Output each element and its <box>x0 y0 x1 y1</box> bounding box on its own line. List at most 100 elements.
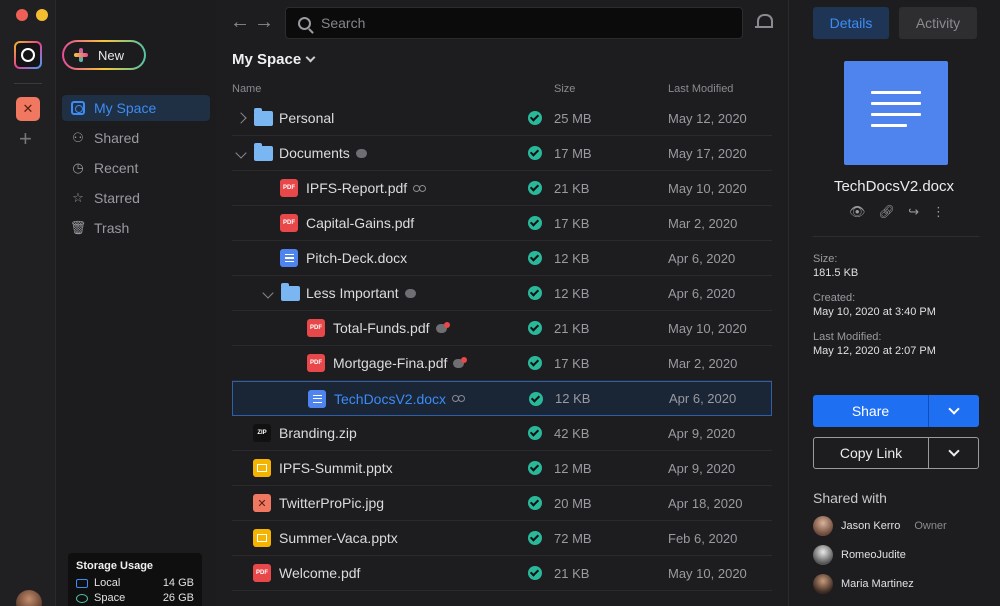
sidebar-item-recent[interactable]: ◷ Recent <box>62 155 210 181</box>
file-row[interactable]: PDF IPFS-Report.pdf 21 KB May 10, 2020 <box>232 171 772 206</box>
space-icon <box>76 593 88 603</box>
column-header-modified[interactable]: Last Modified <box>668 83 733 95</box>
search-input[interactable]: Search <box>285 7 743 39</box>
chevron-right-icon[interactable] <box>235 112 247 124</box>
storage-label: Local <box>94 577 121 589</box>
shared-person[interactable]: Maria Martinez <box>813 573 914 595</box>
file-row[interactable]: Pitch-Deck.docx 12 KB Apr 6, 2020 <box>232 241 772 276</box>
copy-link-dropdown-button[interactable] <box>929 438 978 468</box>
avatar <box>813 545 833 565</box>
app-rail: ✕ + <box>0 0 68 606</box>
add-space-icon[interactable]: + <box>19 128 32 150</box>
synced-check-icon <box>528 566 542 580</box>
eye-icon[interactable]: 👁︎ <box>849 204 866 220</box>
file-name: IPFS-Report.pdf <box>306 180 427 196</box>
sidebar-item-trash[interactable]: 🗑︎ Trash <box>62 215 210 241</box>
minimize-window-button[interactable] <box>36 9 48 21</box>
file-preview-doc-icon <box>844 61 948 165</box>
new-button[interactable]: New <box>62 40 146 70</box>
breadcrumb[interactable]: My Space <box>232 51 316 68</box>
chevron-down-icon[interactable] <box>235 147 247 159</box>
copy-link-button-group: Copy Link <box>813 437 979 469</box>
modified-label: Last Modified: <box>813 331 882 343</box>
file-row[interactable]: ✕ TwitterProPic.jpg 20 MB Apr 18, 2020 <box>232 486 772 521</box>
synced-check-icon <box>528 461 542 475</box>
file-row[interactable]: PDF Capital-Gains.pdf 17 KB Mar 2, 2020 <box>232 206 772 241</box>
shared-person[interactable]: Jason Kerro Owner <box>813 515 947 537</box>
app-logo-icon[interactable] <box>14 41 42 69</box>
share-button[interactable]: Share <box>813 395 928 427</box>
file-row[interactable]: Less Important 12 KB Apr 6, 2020 <box>232 276 772 311</box>
synced-check-icon <box>528 146 542 160</box>
doc-file-icon <box>280 249 298 267</box>
tab-activity[interactable]: Activity <box>899 7 977 39</box>
share-dropdown-button[interactable] <box>929 395 979 427</box>
shared-with-title: Shared with <box>813 490 887 506</box>
comment-alert-icon <box>435 321 450 333</box>
tab-details[interactable]: Details <box>813 7 889 39</box>
sidebar-item-my-space[interactable]: My Space <box>62 95 210 121</box>
page-title: My Space <box>232 51 302 68</box>
file-row[interactable]: PDF Mortgage-Fina.pdf 17 KB Mar 2, 2020 <box>232 346 772 381</box>
file-name: Less Important <box>306 285 416 301</box>
file-row[interactable]: TechDocsV2.docx 12 KB Apr 6, 2020 <box>232 381 772 416</box>
share-button-group: Share <box>813 395 979 427</box>
person-name: Jason Kerro <box>841 520 901 532</box>
forward-arrow-icon[interactable]: → <box>254 11 274 34</box>
storage-row-local: Local 14 GB <box>76 577 194 589</box>
file-modified: Apr 9, 2020 <box>668 425 736 441</box>
column-header-name[interactable]: Name <box>232 83 261 95</box>
file-name: Capital-Gains.pdf <box>306 215 415 231</box>
close-window-button[interactable] <box>16 9 28 21</box>
synced-check-icon <box>528 356 542 370</box>
sidebar-item-starred[interactable]: ☆ Starred <box>62 185 210 211</box>
person-name: Maria Martinez <box>841 578 914 590</box>
file-row[interactable]: ZIP Branding.zip 42 KB Apr 9, 2020 <box>232 416 772 451</box>
file-name: Pitch-Deck.docx <box>306 250 408 266</box>
file-modified: Apr 9, 2020 <box>668 460 736 476</box>
storage-usage-popover: Storage Usage Local 14 GB Space 26 GB <box>68 553 202 606</box>
ppt-file-icon <box>253 459 271 477</box>
more-icon[interactable]: ⋮ <box>932 204 945 220</box>
file-row[interactable]: Summer-Vaca.pptx 72 MB Feb 6, 2020 <box>232 521 772 556</box>
file-size: 21 KB <box>554 180 590 196</box>
back-arrow-icon[interactable]: ← <box>230 11 250 34</box>
user-avatar[interactable] <box>16 590 42 606</box>
file-name: Branding.zip <box>279 425 357 441</box>
file-row[interactable]: Documents 17 MB May 17, 2020 <box>232 136 772 171</box>
created-label: Created: <box>813 292 856 304</box>
storage-value: 14 GB <box>162 577 194 589</box>
sidebar-item-shared[interactable]: ⚇ Shared <box>62 125 210 151</box>
file-actions: 👁︎ 🔗︎ ↪ ⋮ <box>849 204 945 220</box>
file-name: Mortgage-Fina.pdf <box>333 355 468 371</box>
file-name: TechDocsV2.docx <box>334 391 466 407</box>
file-size: 17 MB <box>554 145 592 161</box>
file-row[interactable]: PDF Total-Funds.pdf 21 KB May 10, 2020 <box>232 311 772 346</box>
shared-people-icon <box>413 184 427 192</box>
copy-link-button[interactable]: Copy Link <box>814 438 928 468</box>
chevron-down-icon <box>305 52 316 63</box>
file-row[interactable]: Personal 25 MB May 12, 2020 <box>232 101 772 136</box>
space-avatar-icon[interactable]: ✕ <box>16 97 40 121</box>
shared-person[interactable]: RomeoJudite <box>813 544 906 566</box>
file-size: 12 KB <box>554 250 590 266</box>
synced-check-icon <box>528 321 542 335</box>
share-arrow-icon[interactable]: ↪ <box>908 204 919 220</box>
divider <box>813 236 979 237</box>
synced-check-icon <box>528 181 542 195</box>
storage-value: 26 GB <box>162 592 194 604</box>
shared-people-icon <box>452 395 466 402</box>
bell-icon[interactable] <box>755 13 773 29</box>
link-icon[interactable]: 🔗︎ <box>879 204 896 220</box>
column-header-size[interactable]: Size <box>554 83 575 95</box>
clock-icon: ◷ <box>72 160 84 175</box>
sidebar-nav: My Space ⚇ Shared ◷ Recent ☆ Starred 🗑︎ … <box>62 95 210 245</box>
chevron-down-icon[interactable] <box>262 287 274 299</box>
new-button-label: New <box>98 47 125 63</box>
my-space-icon <box>70 100 86 116</box>
rail-divider <box>14 83 42 84</box>
file-row[interactable]: IPFS-Summit.pptx 12 MB Apr 9, 2020 <box>232 451 772 486</box>
file-name: Total-Funds.pdf <box>333 320 450 336</box>
file-row[interactable]: PDF Welcome.pdf 21 KB May 10, 2020 <box>232 556 772 591</box>
laptop-icon <box>76 578 88 588</box>
